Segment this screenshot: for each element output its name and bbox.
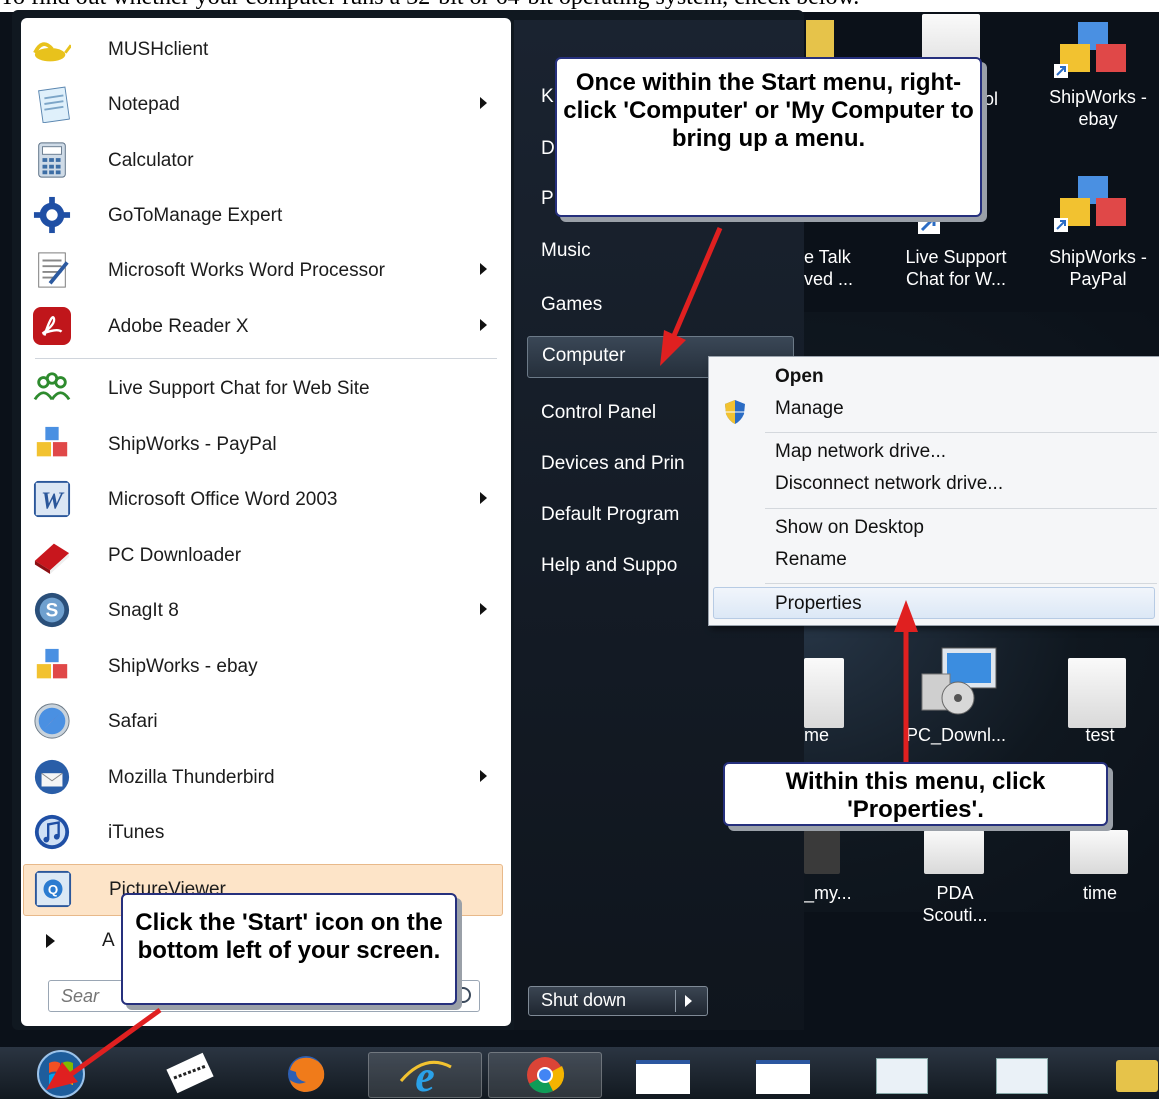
annotation-arrows — [46, 227, 918, 1090]
arrow-to-computer — [660, 227, 723, 366]
arrow-to-properties — [894, 600, 918, 762]
arrow-to-start — [46, 1007, 162, 1090]
